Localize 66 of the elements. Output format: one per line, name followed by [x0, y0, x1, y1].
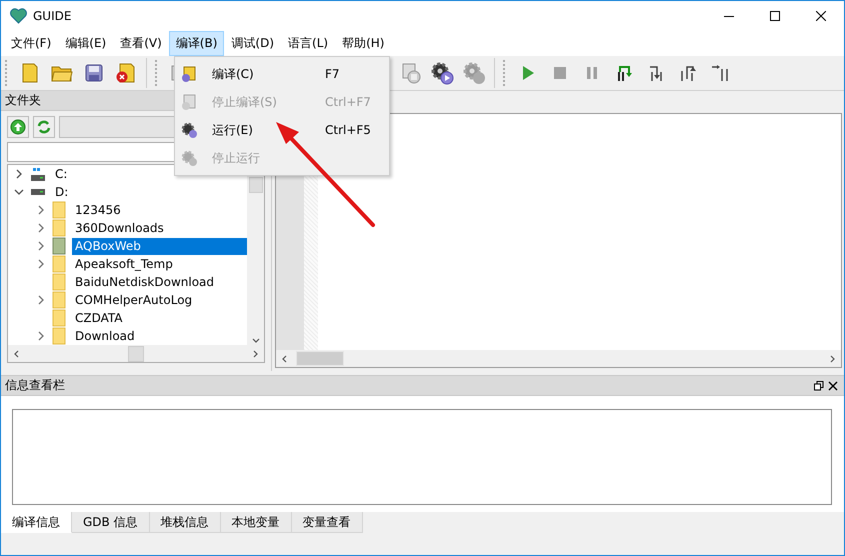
- refresh-icon[interactable]: [33, 116, 55, 138]
- tree-item[interactable]: Download: [72, 328, 138, 344]
- gear-icon: [181, 122, 198, 138]
- restore-icon[interactable]: [812, 380, 826, 390]
- folder-icon: [52, 327, 66, 345]
- chevron-right-icon[interactable]: [36, 205, 46, 215]
- menu-item[interactable]: 文件(F): [4, 31, 58, 56]
- tab[interactable]: GDB 信息: [72, 512, 150, 533]
- menu-item[interactable]: 查看(V): [113, 31, 169, 56]
- chevron-right-icon[interactable]: [14, 169, 24, 179]
- menu-item[interactable]: 编译(B): [168, 31, 224, 56]
- scroll-right-icon[interactable]: [252, 350, 260, 358]
- tab[interactable]: 堆栈信息: [150, 512, 221, 533]
- scroll-down-icon[interactable]: [252, 337, 260, 345]
- menu-item[interactable]: 帮助(H): [335, 31, 392, 56]
- drive-icon: [30, 189, 46, 195]
- tree-item[interactable]: AQBoxWeb: [72, 238, 247, 254]
- scroll-left-icon[interactable]: [280, 354, 288, 362]
- chevron-right-icon[interactable]: [36, 259, 46, 269]
- chevron-down-icon[interactable]: [14, 187, 24, 197]
- tab[interactable]: 编译信息: [1, 512, 72, 533]
- app-logo-icon: [10, 8, 27, 24]
- tab[interactable]: 变量查看: [292, 512, 363, 533]
- scroll-thumb[interactable]: [296, 351, 344, 366]
- scroll-left-icon[interactable]: [12, 350, 20, 358]
- menu-item[interactable]: 编辑(E): [58, 31, 114, 56]
- folder-icon: [52, 219, 66, 237]
- horizontal-scrollbar[interactable]: [276, 350, 841, 367]
- folder-icon: [52, 255, 66, 273]
- tree-item[interactable]: D:: [52, 184, 72, 200]
- menu-item[interactable]: 调试(D): [224, 31, 282, 56]
- chevron-right-icon[interactable]: [36, 223, 46, 233]
- chevron-right-icon[interactable]: [36, 295, 46, 305]
- gear-stop-icon[interactable]: [462, 61, 486, 85]
- maximize-icon[interactable]: [770, 11, 780, 21]
- menu-item[interactable]: 运行(E) Ctrl+F5: [175, 116, 389, 144]
- folder-icon: [52, 291, 66, 309]
- chevron-right-icon[interactable]: [36, 241, 46, 251]
- drive-icon: [30, 168, 46, 180]
- close-icon[interactable]: [826, 380, 840, 390]
- window-title: GUIDE: [33, 9, 72, 23]
- tree-item[interactable]: Apeaksoft_Temp: [72, 256, 176, 272]
- gear-play-icon[interactable]: [430, 61, 454, 85]
- tree-item[interactable]: 123456: [72, 202, 124, 218]
- menu-item[interactable]: 语言(L): [281, 31, 336, 56]
- horizontal-scrollbar[interactable]: [8, 345, 264, 362]
- folder-icon: [52, 273, 66, 291]
- folder-icon: [52, 309, 66, 327]
- document-icon: [181, 66, 198, 82]
- folder-icon: [52, 237, 66, 255]
- tab[interactable]: 本地变量: [220, 512, 292, 533]
- scroll-thumb[interactable]: [128, 346, 144, 362]
- menu-item[interactable]: 编译(C) F7: [175, 60, 389, 88]
- folder-icon: [52, 201, 66, 219]
- tree-item[interactable]: BaiduNetdiskDownload: [72, 274, 218, 290]
- tree-item[interactable]: CZDATA: [72, 310, 126, 326]
- panel-header: 信息查看栏: [5, 377, 66, 394]
- chevron-right-icon[interactable]: [36, 331, 46, 341]
- tree-item[interactable]: 360Downloads: [72, 220, 167, 236]
- tree-item[interactable]: COMHelperAutoLog: [72, 292, 196, 308]
- scroll-thumb[interactable]: [248, 177, 262, 193]
- gear-icon: [181, 150, 198, 166]
- tree-item[interactable]: C:: [52, 166, 70, 182]
- scroll-right-icon[interactable]: [829, 354, 837, 362]
- close-icon[interactable]: [816, 11, 826, 21]
- document-stop-icon: [181, 94, 198, 110]
